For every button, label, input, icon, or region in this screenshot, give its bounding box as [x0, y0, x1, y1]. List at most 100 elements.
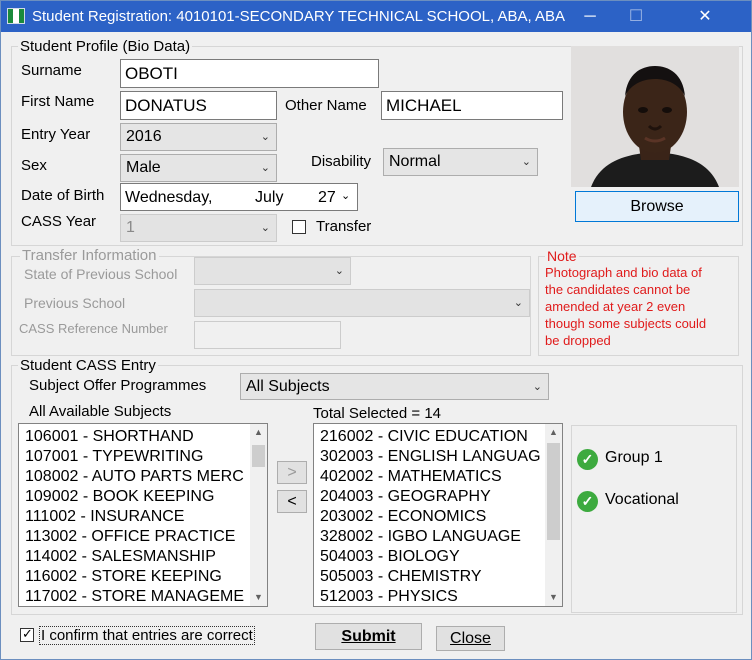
note-text: Photograph and bio data of the candidate… — [545, 264, 706, 349]
chevron-down-icon: ⌄ — [260, 221, 270, 234]
available-item[interactable]: 113002 - OFFICE PRACTICE — [19, 527, 250, 547]
cass-year-value: 1 — [126, 219, 135, 236]
browse-button[interactable]: Browse — [575, 191, 739, 222]
selected-item[interactable]: 203002 - ECONOMICS — [314, 507, 545, 527]
sex-label: Sex — [21, 157, 47, 174]
disability-select[interactable]: Normal ⌄ — [383, 148, 538, 176]
dob-month: July — [255, 189, 284, 206]
close-window-button[interactable]: ✕ — [659, 1, 751, 32]
profile-legend: Student Profile (Bio Data) — [18, 38, 193, 55]
disability-label: Disability — [311, 153, 372, 170]
prev-school-select[interactable]: ⌄ — [194, 289, 530, 317]
selected-scrollbar[interactable]: ▲ ▼ — [545, 424, 562, 606]
available-item[interactable]: 106001 - SHORTHAND — [19, 427, 250, 447]
scroll-thumb[interactable] — [547, 443, 560, 540]
prev-school-label: Previous School — [24, 295, 126, 311]
dob-label: Date of Birth — [21, 187, 105, 204]
selected-item[interactable]: 204003 - GEOGRAPHY — [314, 487, 545, 507]
selected-item[interactable]: 328002 - IGBO LANGUAGE — [314, 527, 545, 547]
chevron-down-icon: ⌄ — [260, 130, 270, 143]
other-name-label: Other Name — [285, 97, 367, 114]
other-name-field[interactable]: MICHAEL — [381, 91, 563, 120]
programmes-label: Subject Offer Programmes — [29, 377, 207, 394]
available-item[interactable]: 117002 - STORE MANAGEME — [19, 587, 250, 606]
available-scrollbar[interactable]: ▲ ▼ — [250, 424, 267, 606]
first-name-label: First Name — [21, 93, 95, 110]
prev-state-label: State of Previous School — [24, 266, 178, 282]
available-item[interactable]: 114002 - SALESMANSHIP — [19, 547, 250, 567]
dob-day: Wednesday, — [125, 189, 213, 206]
close-label: Close — [450, 630, 491, 647]
submit-button[interactable]: Submit — [315, 623, 422, 650]
scroll-thumb[interactable] — [252, 445, 265, 467]
scroll-up-icon[interactable]: ▲ — [545, 424, 562, 441]
add-subject-button[interactable]: > — [277, 461, 307, 484]
scroll-down-icon[interactable]: ▼ — [545, 589, 562, 606]
cass-ref-label: CASS Reference Number — [19, 321, 168, 336]
selected-item[interactable]: 302003 - ENGLISH LANGUAG — [314, 447, 545, 467]
disability-value: Normal — [389, 153, 441, 170]
selected-item[interactable]: 512003 - PHYSICS — [314, 587, 545, 606]
checkmark-icon: ✓ — [22, 626, 33, 641]
prev-state-select[interactable]: ⌄ — [194, 257, 351, 285]
chevron-down-icon: ⌄ — [532, 380, 542, 393]
dob-date: 27 — [318, 189, 336, 206]
entry-year-label: Entry Year — [21, 126, 91, 143]
registration-window: Student Registration: 4010101-SECONDARY … — [0, 0, 752, 660]
cass-year-label: CASS Year — [21, 213, 97, 230]
available-item[interactable]: 108002 - AUTO PARTS MERC — [19, 467, 250, 487]
programmes-value: All Subjects — [246, 377, 330, 395]
available-item[interactable]: 107001 - TYPEWRITING — [19, 447, 250, 467]
scroll-up-icon[interactable]: ▲ — [250, 424, 267, 441]
note-title: Note — [545, 248, 579, 264]
selected-count-label: Total Selected = 14 — [313, 405, 442, 422]
chevron-down-icon: ⌄ — [260, 161, 270, 174]
available-label: All Available Subjects — [29, 403, 172, 420]
chevron-down-icon: ⌄ — [513, 296, 523, 309]
selected-item[interactable]: 402002 - MATHEMATICS — [314, 467, 545, 487]
cass-year-select[interactable]: 1 ⌄ — [120, 214, 277, 242]
transfer-label: Transfer — [316, 218, 372, 235]
nigeria-flag-icon — [7, 8, 25, 24]
dob-picker[interactable]: Wednesday, July 27 ⌄ — [120, 183, 358, 211]
minimize-button[interactable]: ─ — [567, 1, 613, 32]
entry-year-value: 2016 — [126, 128, 162, 145]
note-line-5: be dropped — [545, 333, 611, 348]
surname-label: Surname — [21, 62, 82, 79]
surname-field[interactable]: OBOTI — [120, 59, 379, 88]
chevron-down-icon: ⌄ — [521, 155, 531, 168]
transfer-checkbox[interactable] — [292, 220, 306, 234]
close-button[interactable]: Close — [436, 626, 505, 651]
entry-year-select[interactable]: 2016 ⌄ — [120, 123, 277, 151]
window-title: Student Registration: 4010101-SECONDARY … — [32, 8, 566, 25]
first-name-field[interactable]: DONATUS — [120, 91, 277, 120]
chevron-down-icon: ⌄ — [341, 190, 351, 202]
cass-ref-field[interactable] — [194, 321, 341, 349]
available-item[interactable]: 109002 - BOOK KEEPING — [19, 487, 250, 507]
confirm-checkbox[interactable]: ✓ — [20, 626, 34, 642]
title-bar[interactable]: Student Registration: 4010101-SECONDARY … — [1, 1, 751, 32]
check-circle-icon: ✓ — [577, 449, 598, 470]
confirm-label[interactable]: I confirm that entries are correct — [39, 626, 255, 645]
selected-item[interactable]: 216002 - CIVIC EDUCATION — [314, 427, 545, 447]
sex-select[interactable]: Male ⌄ — [120, 154, 277, 182]
programmes-select[interactable]: All Subjects ⌄ — [240, 373, 549, 400]
sex-value: Male — [126, 159, 161, 176]
chevron-down-icon: ⌄ — [334, 264, 344, 277]
note-line-4: though some subjects could — [545, 316, 707, 331]
cass-legend: Student CASS Entry — [18, 357, 158, 374]
selected-item[interactable]: 505003 - CHEMISTRY — [314, 567, 545, 587]
maximize-button[interactable]: ☐ — [613, 1, 659, 32]
available-item[interactable]: 111002 - INSURANCE — [19, 507, 250, 527]
transfer-legend: Transfer Information — [20, 247, 159, 264]
scroll-down-icon[interactable]: ▼ — [250, 589, 267, 606]
available-subjects-list[interactable]: 106001 - SHORTHAND 107001 - TYPEWRITING 10… — [18, 423, 268, 607]
available-item[interactable]: 116002 - STORE KEEPING — [19, 567, 250, 587]
selected-subjects-list[interactable]: 216002 - CIVIC EDUCATION 302003 - ENGLISH… — [313, 423, 563, 607]
student-photo — [571, 46, 739, 187]
note-line-3: amended at year 2 even — [545, 299, 686, 314]
selected-item[interactable]: 504003 - BIOLOGY — [314, 547, 545, 567]
remove-subject-button[interactable]: < — [277, 490, 307, 513]
check-circle-icon: ✓ — [577, 491, 598, 512]
note-line-1: Photograph and bio data of — [545, 265, 702, 280]
